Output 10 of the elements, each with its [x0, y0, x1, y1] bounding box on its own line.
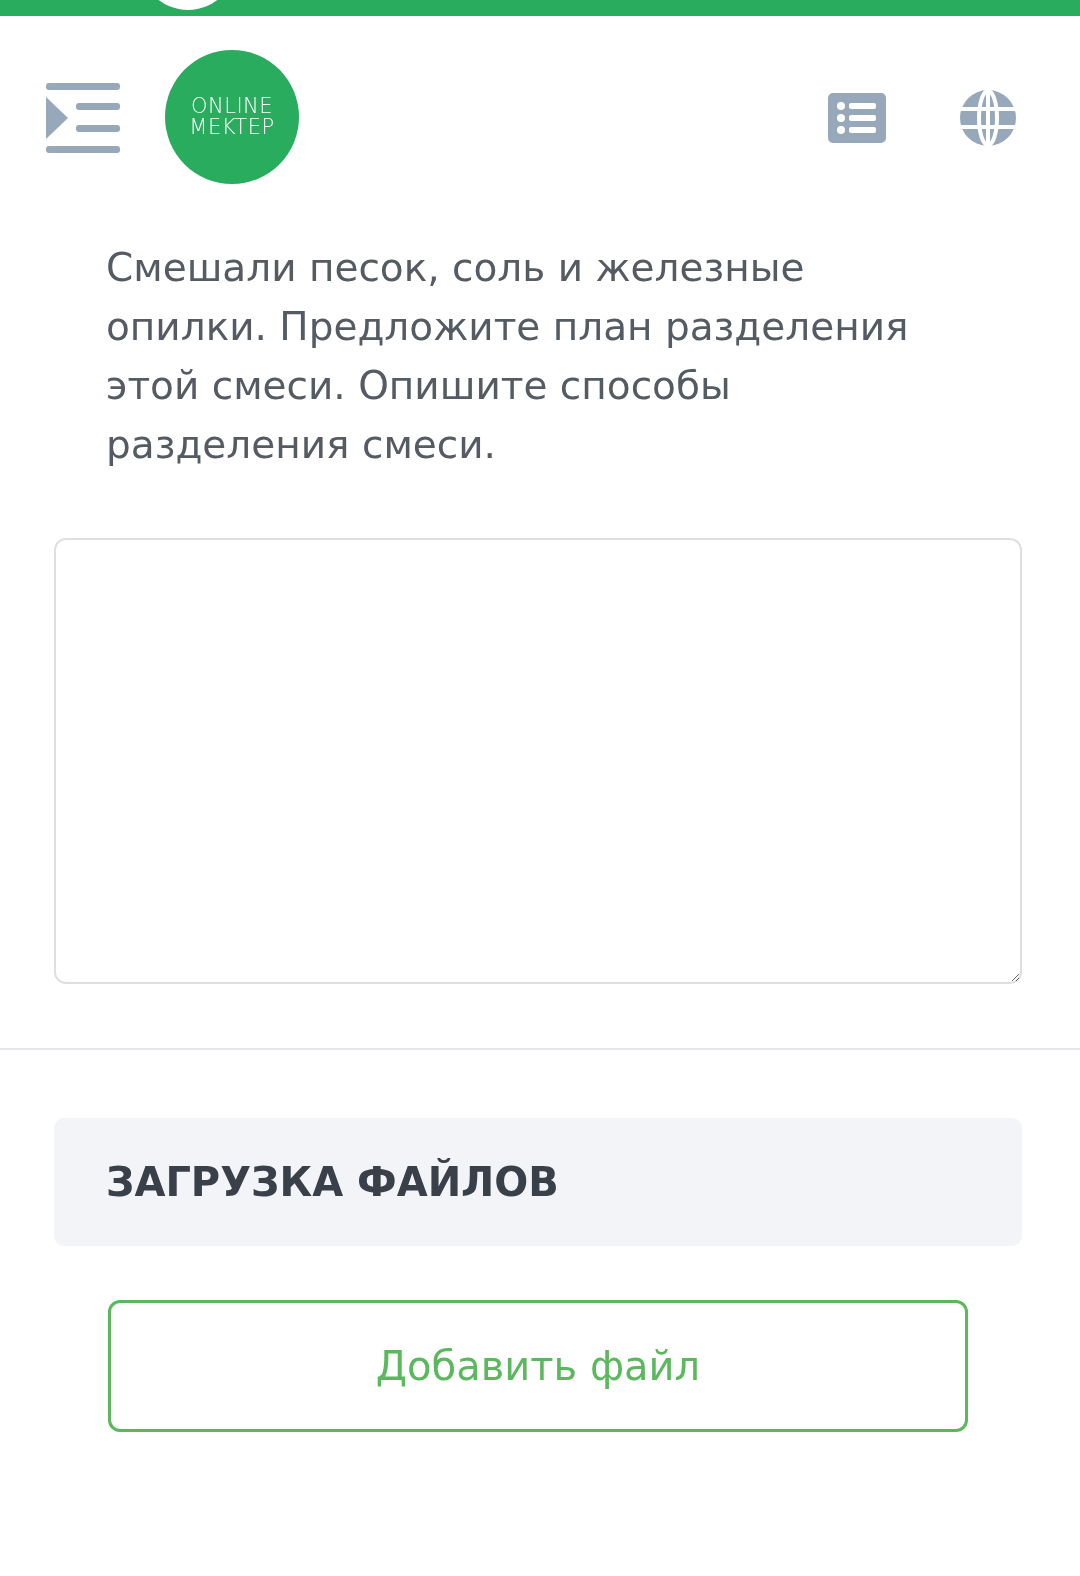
list-icon[interactable] [828, 93, 886, 143]
answer-field[interactable] [54, 538, 1022, 984]
add-file-button[interactable]: Добавить файл [108, 1300, 968, 1432]
menu-icon[interactable] [46, 83, 120, 153]
globe-icon[interactable] [960, 90, 1016, 146]
upload-title: ЗАГРУЗКА ФАЙЛОВ [106, 1159, 559, 1205]
logo-text: ONLINE [190, 96, 274, 117]
question-text: Смешали песок, соль и железные опилки. Предложите план разделения этой смеси. Опишите способы разделения смеси. [106, 244, 910, 469]
logo[interactable]: ONLINE MEKTEP [165, 50, 299, 184]
logo-text: MEKTEP [189, 117, 275, 138]
